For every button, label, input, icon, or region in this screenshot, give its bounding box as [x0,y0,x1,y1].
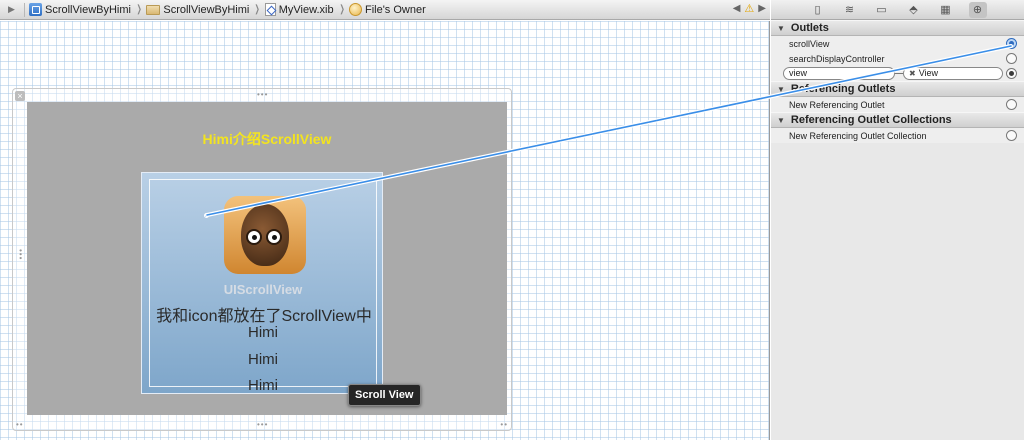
disconnect-icon[interactable]: ✖ [909,69,916,78]
connection-link [895,73,903,74]
chevron-right-icon: ❯ [339,4,345,15]
chevron-right-icon: ❯ [255,4,261,15]
himi-label[interactable]: Himi [150,377,376,394]
connections-inspector: ▯ ≋ ▭ ⬘ ▦ ⊕ ▼ Outlets scrollView searchD… [771,0,1024,440]
himi-label[interactable]: Himi [150,351,376,368]
breadcrumb-project[interactable]: ScrollViewByHimi [29,3,131,16]
nav-forward-icon[interactable]: ▶ [8,4,22,15]
outlet-name: scrollView [789,38,830,49]
resize-handle-bottom[interactable]: ••• [257,420,268,429]
resize-handle-left[interactable]: ••• [16,249,25,260]
disclosure-triangle-icon[interactable]: ▼ [777,116,785,125]
breadcrumb-file[interactable]: MyView.xib [264,3,334,16]
root-view[interactable]: Himi介绍ScrollView UIScrollView 我和icon都放在了… [27,102,507,415]
connections-inspector-icon[interactable]: ⊕ [968,1,987,18]
resize-handle-top[interactable]: ••• [257,90,268,99]
connection-circle-icon[interactable] [1006,38,1017,49]
quick-help-icon[interactable]: ≋ [841,2,859,18]
resize-handle-corner[interactable]: •• [16,420,24,429]
section-title: Referencing Outlets [790,83,896,95]
outlet-name: searchDisplayController [789,53,885,64]
himi-label[interactable]: Himi [150,324,376,341]
section-title: Outlets [790,22,829,34]
size-inspector-icon[interactable]: ▦ [937,2,955,18]
new-referencing-outlet-collection-row[interactable]: New Referencing Outlet Collection [771,128,1024,143]
outlet-name: view [789,68,808,78]
title-label[interactable]: Himi介绍ScrollView [27,129,507,149]
previous-issue-icon[interactable]: ◀ [733,3,741,14]
scroll-view-tooltip: Scroll View [348,384,421,406]
warning-icon[interactable]: ⚠ [744,2,754,15]
scroll-view[interactable]: UIScrollView 我和icon都放在了ScrollView中 Himi … [141,172,383,394]
app-icon[interactable] [224,196,306,274]
jump-bar: ▶ ScrollViewByHimi ❯ ScrollViewByHimi ❯ … [0,0,770,20]
disclosure-triangle-icon[interactable]: ▼ [777,24,785,33]
referencing-outlets-header[interactable]: ▼ Referencing Outlets [771,81,1024,97]
breadcrumb-label: ScrollViewByHimi [45,3,131,16]
connection-circle-icon[interactable] [1006,53,1017,64]
xib-file-icon [264,3,276,16]
connection-anchor [204,213,209,218]
connected-object-name: View [918,68,939,78]
breadcrumb-folder[interactable]: ScrollViewByHimi [146,4,249,16]
view-frame[interactable]: × ••• ••• ••• ••• •• •• Himi介绍ScrollView… [12,88,512,431]
breadcrumb-label: ScrollViewByHimi [163,3,250,16]
scroll-view-content: UIScrollView 我和icon都放在了ScrollView中 Himi … [149,179,377,394]
file-inspector-icon[interactable]: ▯ [809,2,827,18]
project-icon [29,3,42,16]
connected-object-pill[interactable]: ✖ View [903,67,1003,80]
outlet-row-scrollview[interactable]: scrollView [771,36,1024,51]
eye-icon [246,229,262,245]
section-title: Referencing Outlet Collections [790,114,952,126]
inspector-tabs: ▯ ≋ ▭ ⬘ ▦ ⊕ [771,0,1024,20]
outlets-section-header[interactable]: ▼ Outlets [771,20,1024,36]
new-referencing-outlet-row[interactable]: New Referencing Outlet [771,97,1024,112]
disclosure-triangle-icon[interactable]: ▼ [777,85,785,94]
breadcrumb-label: MyView.xib [278,3,334,16]
attributes-inspector-icon[interactable]: ⬘ [905,2,923,18]
interface-builder-canvas[interactable]: × ••• ••• ••• ••• •• •• Himi介绍ScrollView… [0,21,770,440]
breadcrumb-label: File's Owner [364,3,426,16]
files-owner-icon [348,3,362,16]
row-label: New Referencing Outlet [789,99,885,110]
outlet-pill[interactable]: view [783,67,895,80]
issue-navigator: ◀ ⚠ ▶ [733,2,766,15]
content-label[interactable]: 我和icon都放在了ScrollView中 [144,302,384,326]
connection-circle-icon[interactable] [1006,68,1017,79]
referencing-outlet-collections-header[interactable]: ▼ Referencing Outlet Collections [771,112,1024,128]
scroll-view-label: UIScrollView [223,282,303,297]
close-icon[interactable]: × [15,91,25,101]
next-issue-icon[interactable]: ▶ [758,3,766,14]
eye-icon [266,229,282,245]
divider [24,2,25,17]
outlet-row-view[interactable]: view ✖ View [771,66,1024,81]
breadcrumb-files-owner[interactable]: File's Owner [348,3,426,16]
outlet-row-searchdisplaycontroller[interactable]: searchDisplayController [771,51,1024,66]
resize-handle-corner[interactable]: •• [500,420,508,429]
row-label: New Referencing Outlet Collection [789,130,927,141]
connection-circle-icon[interactable] [1006,99,1017,110]
chevron-right-icon: ❯ [136,4,142,15]
folder-icon [146,4,161,15]
identity-inspector-icon[interactable]: ▭ [873,2,891,18]
connection-circle-icon[interactable] [1006,130,1017,141]
